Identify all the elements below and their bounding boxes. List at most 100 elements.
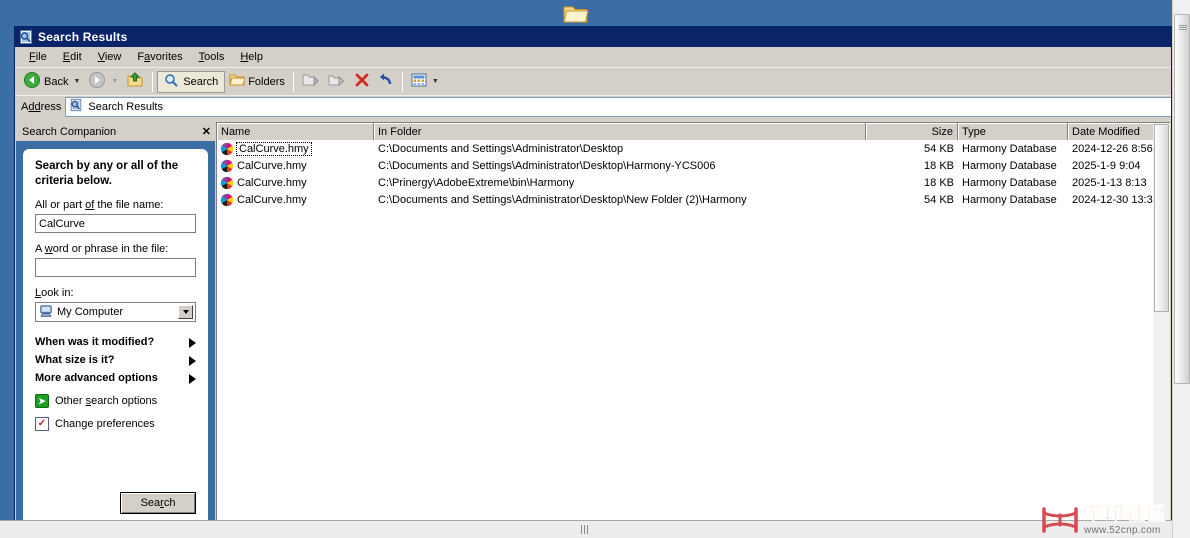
column-header-name[interactable]: Name: [217, 123, 374, 140]
other-search-options[interactable]: ➤ Other search options: [35, 394, 196, 408]
toolbar-separator-3: [401, 71, 403, 92]
table-row[interactable]: CalCurve.hmy C:\Documents and Settings\A…: [217, 140, 1170, 157]
chevron-down-icon[interactable]: [178, 305, 193, 319]
search-button[interactable]: Search: [120, 492, 196, 514]
search-companion-pane: Search Companion ✕ Search by any or all …: [16, 122, 216, 538]
page-scrollbar[interactable]: [1172, 0, 1190, 538]
toolbar-separator-2: [292, 71, 294, 92]
harmony-file-icon: [220, 159, 234, 173]
cell-size: 18 KB: [924, 159, 954, 172]
expander-more-advanced[interactable]: More advanced options: [35, 372, 196, 385]
desktop-folder-icon[interactable]: [563, 3, 589, 24]
expander-when-modified-label: When was it modified?: [35, 336, 155, 348]
search-toolbar-button[interactable]: Search: [157, 70, 226, 93]
back-dropdown-icon[interactable]: ▼: [73, 78, 80, 85]
change-preferences[interactable]: ✓ Change preferences: [35, 417, 196, 431]
cell-in-folder: C:\Prinergy\AdobeExtreme\bin\Harmony: [378, 176, 575, 189]
cell-type: Harmony Database: [962, 176, 1057, 189]
cell-name[interactable]: CalCurve.hmy: [217, 176, 374, 190]
lookin-value: My Computer: [57, 306, 124, 318]
column-header-type[interactable]: Type: [958, 123, 1068, 140]
up-folder-icon: [126, 71, 144, 92]
file-name-label: CalCurve.hmy: [237, 176, 307, 189]
delete-button[interactable]: [350, 71, 374, 93]
search-form-heading: Search by any or all of the criteria bel…: [35, 160, 179, 187]
views-button[interactable]: ▼: [407, 71, 443, 93]
title-bar[interactable]: Search Results: [15, 27, 1171, 47]
move-to-button[interactable]: [298, 71, 324, 93]
results-vertical-scrollbar[interactable]: [1153, 123, 1170, 538]
back-button[interactable]: Back ▼: [19, 71, 84, 93]
search-results-window: Search Results FFileile Edit View Favori…: [14, 26, 1172, 538]
harmony-file-icon: [220, 193, 234, 207]
menu-item-view[interactable]: View: [90, 49, 130, 65]
filename-input[interactable]: [35, 214, 196, 233]
search-button-container: Search: [120, 492, 196, 514]
menu-item-file[interactable]: FFileile: [21, 49, 55, 65]
horizontal-scrollbar[interactable]: [0, 520, 1172, 538]
expander-what-size[interactable]: What size is it?: [35, 354, 196, 367]
expander-what-size-label: What size is it?: [35, 354, 115, 366]
results-list: Name In Folder Size Type Date Modified C…: [216, 122, 1170, 538]
forward-button[interactable]: ▼: [84, 71, 122, 93]
scrollbar-grip-icon: [1179, 25, 1187, 30]
cell-type: Harmony Database: [962, 159, 1057, 172]
folders-button[interactable]: Folders: [225, 71, 289, 93]
word-phrase-input[interactable]: [35, 258, 196, 277]
cell-size: 54 KB: [924, 193, 954, 206]
file-name-label: CalCurve.hmy: [237, 159, 307, 172]
cell-name[interactable]: CalCurve.hmy: [217, 141, 374, 156]
word-phrase-label: A word or phrase in the file:: [35, 243, 169, 255]
window-title: Search Results: [38, 30, 128, 44]
copy-to-button[interactable]: [324, 71, 350, 93]
column-header-in-folder[interactable]: In Folder: [374, 123, 866, 140]
delete-x-icon: [354, 72, 370, 91]
undo-button[interactable]: [374, 71, 398, 93]
search-companion-header: Search Companion ✕: [16, 122, 215, 141]
undo-arrow-icon: [378, 72, 394, 91]
other-search-options-label: Other search options: [55, 395, 158, 407]
results-scrollbar-thumb[interactable]: [1154, 124, 1169, 312]
back-arrow-icon: [23, 71, 41, 92]
address-bar: Address Search Results: [15, 95, 1171, 117]
cell-name[interactable]: CalCurve.hmy: [217, 193, 374, 207]
cell-type: Harmony Database: [962, 193, 1057, 206]
results-rows: CalCurve.hmy C:\Documents and Settings\A…: [217, 140, 1170, 538]
table-row[interactable]: CalCurve.hmy C:\Documents and Settings\A…: [217, 191, 1170, 208]
page-scrollbar-thumb[interactable]: [1174, 14, 1190, 384]
lookin-dropdown[interactable]: My Computer: [35, 302, 196, 322]
toolbar: Back ▼ ▼ Search Folders ▼: [15, 67, 1171, 95]
views-dropdown-icon[interactable]: ▼: [432, 78, 439, 85]
back-label: Back: [44, 75, 69, 88]
column-header-size[interactable]: Size: [866, 123, 958, 140]
search-toolbar-label: Search: [183, 75, 219, 88]
address-input[interactable]: Search Results: [65, 96, 1171, 117]
search-results-icon: [18, 29, 34, 45]
copy-to-icon: [328, 72, 346, 91]
cell-size: 54 KB: [924, 142, 954, 155]
menu-item-favorites[interactable]: Favorites: [129, 49, 190, 65]
change-preferences-label: Change preferences: [55, 418, 155, 430]
search-companion-title: Search Companion: [22, 125, 117, 138]
cell-in-folder: C:\Documents and Settings\Administrator\…: [378, 159, 716, 172]
lookin-label: Look in:: [35, 287, 74, 299]
my-computer-icon: [39, 304, 53, 321]
harmony-file-icon: [220, 176, 234, 190]
forward-dropdown-icon[interactable]: ▼: [111, 78, 118, 85]
cell-size: 18 KB: [924, 176, 954, 189]
harmony-file-icon: [220, 142, 234, 156]
close-icon[interactable]: ✕: [202, 125, 211, 138]
table-row[interactable]: CalCurve.hmy C:\Prinergy\AdobeExtreme\bi…: [217, 174, 1170, 191]
forward-arrow-icon: [88, 71, 106, 92]
cell-name[interactable]: CalCurve.hmy: [217, 159, 374, 173]
expander-when-modified[interactable]: When was it modified?: [35, 336, 196, 349]
file-name-label: CalCurve.hmy: [237, 193, 307, 206]
up-button[interactable]: [122, 71, 148, 93]
table-row[interactable]: CalCurve.hmy C:\Documents and Settings\A…: [217, 157, 1170, 174]
move-to-icon: [302, 72, 320, 91]
client-area: Search Companion ✕ Search by any or all …: [16, 122, 1170, 538]
menu-item-edit[interactable]: Edit: [55, 49, 90, 65]
address-label: Address: [21, 100, 62, 113]
menu-item-tools[interactable]: Tools: [191, 49, 233, 65]
menu-item-help[interactable]: Help: [232, 49, 271, 65]
